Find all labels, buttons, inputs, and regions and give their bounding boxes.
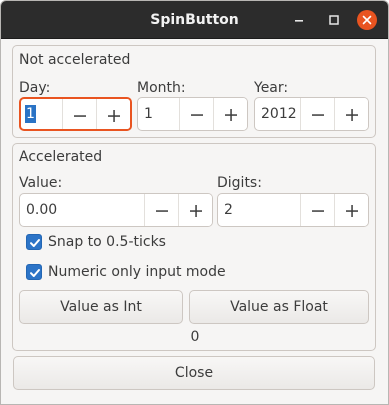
- accelerated-label: Accelerated: [19, 149, 103, 165]
- month-increment-button[interactable]: [213, 98, 247, 130]
- not-accelerated-frame: Not accelerated Day: 1 Month: 1 Year: 20…: [12, 45, 376, 138]
- digits-decrement-button[interactable]: [300, 194, 334, 226]
- minus-icon: [312, 114, 324, 116]
- month-label: Month:: [137, 80, 186, 96]
- accelerated-frame: Accelerated Value: 0.00 Digits: 2 Snap t…: [12, 143, 376, 351]
- day-value: 1: [25, 105, 36, 123]
- value-spinbutton[interactable]: 0.00: [19, 193, 213, 227]
- day-decrement-button[interactable]: [62, 99, 96, 129]
- minimize-button[interactable]: [289, 10, 309, 30]
- day-spinbutton[interactable]: 1: [19, 97, 132, 131]
- value-decrement-button[interactable]: [144, 194, 178, 226]
- value-as-int-button[interactable]: Value as Int: [19, 290, 183, 324]
- plus-icon: [108, 110, 120, 122]
- snap-checkbox-label: Snap to 0.5-ticks: [48, 234, 166, 250]
- checkmark-icon: [30, 239, 40, 247]
- plus-icon: [346, 205, 358, 217]
- minus-icon: [312, 210, 324, 212]
- day-entry[interactable]: 1: [21, 99, 62, 129]
- close-icon: [362, 15, 372, 25]
- numeric-checkbox-box[interactable]: [26, 264, 42, 280]
- maximize-icon: [329, 15, 339, 25]
- plus-icon: [225, 109, 237, 121]
- month-entry[interactable]: 1: [138, 98, 179, 130]
- year-decrement-button[interactable]: [300, 98, 334, 130]
- minimize-icon: [295, 20, 303, 22]
- day-label: Day:: [19, 80, 51, 96]
- digits-spinbutton[interactable]: 2: [217, 193, 369, 227]
- maximize-button[interactable]: [324, 10, 344, 30]
- minus-icon: [156, 210, 168, 212]
- snap-checkbox[interactable]: Snap to 0.5-ticks: [26, 234, 166, 250]
- day-increment-button[interactable]: [96, 99, 130, 129]
- month-decrement-button[interactable]: [179, 98, 213, 130]
- plus-icon: [190, 205, 202, 217]
- title-bar: SpinButton: [1, 1, 388, 39]
- numeric-checkbox[interactable]: Numeric only input mode: [26, 264, 226, 280]
- numeric-checkbox-label: Numeric only input mode: [48, 264, 226, 280]
- minus-icon: [74, 115, 86, 117]
- snap-checkbox-box[interactable]: [26, 234, 42, 250]
- value-entry[interactable]: 0.00: [20, 194, 144, 226]
- digits-increment-button[interactable]: [334, 194, 368, 226]
- year-spinbutton[interactable]: 2012: [254, 97, 369, 131]
- checkmark-icon: [30, 269, 40, 277]
- value-increment-button[interactable]: [178, 194, 212, 226]
- year-entry[interactable]: 2012: [255, 98, 300, 130]
- plus-icon: [346, 109, 358, 121]
- month-spinbutton[interactable]: 1: [137, 97, 248, 131]
- close-button[interactable]: Close: [13, 356, 375, 390]
- digits-label: Digits:: [217, 175, 262, 191]
- minus-icon: [191, 114, 203, 116]
- close-window-button[interactable]: [357, 10, 377, 30]
- value-label: Value:: [19, 175, 63, 191]
- spinbutton-window: SpinButton Not accelerated Day: 1 Month:…: [0, 0, 389, 405]
- not-accelerated-label: Not accelerated: [19, 52, 131, 68]
- value-as-float-button[interactable]: Value as Float: [189, 290, 369, 324]
- year-label: Year:: [254, 80, 289, 96]
- result-value: 0: [190, 329, 200, 345]
- year-increment-button[interactable]: [334, 98, 368, 130]
- digits-entry[interactable]: 2: [218, 194, 300, 226]
